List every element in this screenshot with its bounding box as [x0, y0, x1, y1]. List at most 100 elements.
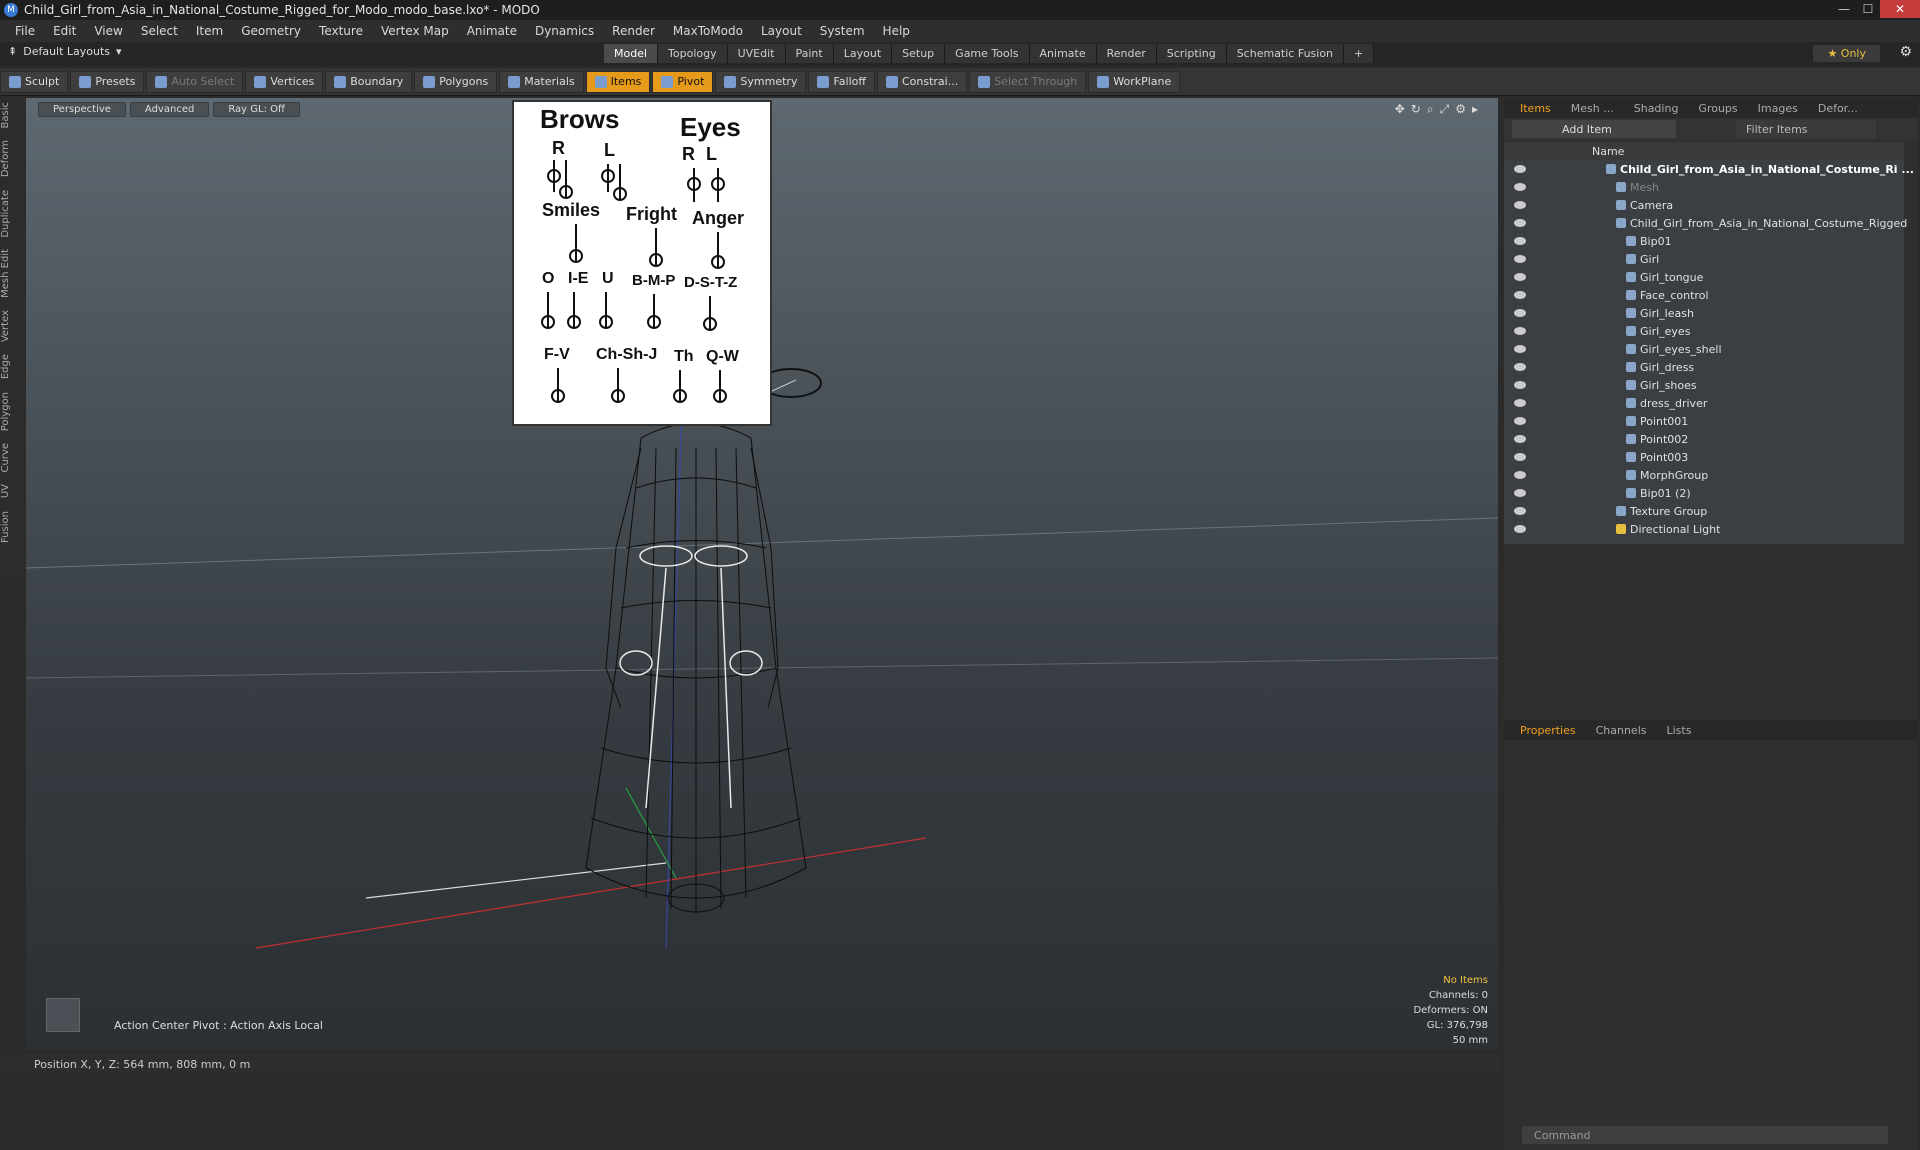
polygons-button[interactable]: Polygons — [414, 70, 498, 93]
filter-items-input[interactable]: Filter Items — [1736, 120, 1876, 138]
add-tab-button[interactable]: + — [1344, 44, 1375, 63]
menu-texture[interactable]: Texture — [310, 24, 372, 38]
menu-system[interactable]: System — [811, 24, 874, 38]
left-tab-fusion[interactable]: Fusion — [0, 505, 24, 549]
tab-paint[interactable]: Paint — [785, 44, 834, 63]
menu-layout[interactable]: Layout — [752, 24, 811, 38]
menu-vertex-map[interactable]: Vertex Map — [372, 24, 458, 38]
left-tab-basic[interactable]: Basic — [0, 96, 24, 134]
tree-row[interactable]: MorphGroup — [1504, 466, 1904, 484]
tree-row[interactable]: Mesh — [1504, 178, 1904, 196]
close-button[interactable]: ✕ — [1880, 0, 1920, 18]
menu-item[interactable]: Item — [187, 24, 232, 38]
eye-icon[interactable] — [1514, 165, 1526, 173]
gear-icon[interactable]: ⚙ — [1899, 44, 1912, 60]
menu-maxtomodo[interactable]: MaxToModo — [664, 24, 752, 38]
pivot-button[interactable]: Pivot — [652, 70, 714, 93]
tab-model[interactable]: Model — [604, 44, 659, 63]
left-tab-duplicate[interactable]: Duplicate — [0, 184, 24, 244]
eye-icon[interactable] — [1514, 255, 1526, 263]
3d-viewport[interactable]: Perspective Advanced Ray GL: Off ✥ ↻ ⌕ ⤢… — [26, 98, 1498, 1050]
eye-icon[interactable] — [1514, 291, 1526, 299]
items-button[interactable]: Items — [585, 70, 651, 93]
eye-icon[interactable] — [1514, 471, 1526, 479]
sculpt-button[interactable]: Sculpt — [0, 70, 69, 93]
eye-icon[interactable] — [1514, 435, 1526, 443]
materials-button[interactable]: Materials — [499, 70, 584, 93]
tab-animate[interactable]: Animate — [1029, 44, 1097, 63]
workplane-button[interactable]: WorkPlane — [1088, 70, 1181, 93]
left-tab-polygon[interactable]: Polygon — [0, 386, 24, 437]
tree-row[interactable]: Directional Light — [1504, 520, 1904, 538]
add-item-dropdown[interactable]: Add Item — [1512, 120, 1676, 138]
eye-icon[interactable] — [1514, 363, 1526, 371]
tab-images[interactable]: Images — [1748, 102, 1808, 115]
eye-icon[interactable] — [1514, 507, 1526, 515]
tree-row[interactable]: Camera — [1504, 196, 1904, 214]
menu-file[interactable]: File — [6, 24, 44, 38]
tab-properties[interactable]: Properties — [1510, 724, 1586, 737]
eye-icon[interactable] — [1514, 327, 1526, 335]
tree-row[interactable]: Bip01 — [1504, 232, 1904, 250]
tree-row[interactable]: Girl_leash — [1504, 304, 1904, 322]
tab-schematic-fusion[interactable]: Schematic Fusion — [1226, 44, 1345, 63]
facial-sliders[interactable] — [514, 102, 770, 424]
left-tab-edge[interactable]: Edge — [0, 348, 24, 385]
left-tab-uv[interactable]: UV — [0, 478, 24, 504]
tab-groups[interactable]: Groups — [1688, 102, 1747, 115]
menu-geometry[interactable]: Geometry — [232, 24, 310, 38]
eye-icon[interactable] — [1514, 309, 1526, 317]
left-tab-vertex[interactable]: Vertex — [0, 304, 24, 348]
tab-channels[interactable]: Channels — [1586, 724, 1657, 737]
tab-items[interactable]: Items — [1510, 102, 1561, 115]
vertices-button[interactable]: Vertices — [245, 70, 324, 93]
menu-animate[interactable]: Animate — [458, 24, 526, 38]
tab-layout[interactable]: Layout — [833, 44, 893, 63]
menu-dynamics[interactable]: Dynamics — [526, 24, 603, 38]
tree-row[interactable]: Point002 — [1504, 430, 1904, 448]
presets-button[interactable]: Presets — [70, 70, 145, 93]
left-tab-mesh-edit[interactable]: Mesh Edit — [0, 243, 24, 304]
only-button[interactable]: ★ Only — [1813, 45, 1880, 62]
eye-icon[interactable] — [1514, 219, 1526, 227]
tab-shading[interactable]: Shading — [1624, 102, 1689, 115]
eye-icon[interactable] — [1514, 525, 1526, 533]
tab-uvedit[interactable]: UVEdit — [727, 44, 786, 63]
falloff-button[interactable]: Falloff — [808, 70, 875, 93]
name-column-header[interactable]: Name — [1592, 145, 1624, 158]
tab-render[interactable]: Render — [1096, 44, 1157, 63]
tree-row[interactable]: Child_Girl_from_Asia_in_National_Costume… — [1504, 160, 1914, 178]
tab-setup[interactable]: Setup — [892, 44, 946, 63]
tree-row[interactable]: Point003 — [1504, 448, 1904, 466]
tab-deformers[interactable]: Defor... — [1808, 102, 1868, 115]
menu-edit[interactable]: Edit — [44, 24, 85, 38]
eye-icon[interactable] — [1514, 345, 1526, 353]
tree-row[interactable]: Texture Group — [1504, 502, 1904, 520]
tree-row[interactable]: Girl_eyes_shell — [1504, 340, 1904, 358]
constrain-button[interactable]: Constrai... — [876, 70, 968, 93]
boundary-button[interactable]: Boundary — [325, 70, 413, 93]
tab-scripting[interactable]: Scripting — [1156, 44, 1227, 63]
tree-row[interactable]: Girl_eyes — [1504, 322, 1904, 340]
tree-row[interactable]: Face_control — [1504, 286, 1904, 304]
command-input[interactable]: Command — [1522, 1126, 1888, 1144]
tree-row[interactable]: Bip01 (2) — [1504, 484, 1904, 502]
eye-icon[interactable] — [1514, 381, 1526, 389]
eye-icon[interactable] — [1514, 201, 1526, 209]
tree-row[interactable]: dress_driver — [1504, 394, 1904, 412]
tree-row[interactable]: Girl_tongue — [1504, 268, 1904, 286]
eye-icon[interactable] — [1514, 399, 1526, 407]
tree-row[interactable]: Child_Girl_from_Asia_in_National_Costume… — [1504, 214, 1907, 232]
eye-icon[interactable] — [1514, 453, 1526, 461]
tab-game-tools[interactable]: Game Tools — [945, 44, 1030, 63]
eye-icon[interactable] — [1514, 183, 1526, 191]
tree-row[interactable]: Girl — [1504, 250, 1904, 268]
menu-select[interactable]: Select — [132, 24, 187, 38]
auto-select-button[interactable]: Auto Select — [146, 70, 244, 93]
maximize-button[interactable]: ☐ — [1856, 0, 1880, 18]
tree-row[interactable]: Point001 — [1504, 412, 1904, 430]
select-through-button[interactable]: Select Through — [969, 70, 1087, 93]
symmetry-button[interactable]: Symmetry — [715, 70, 807, 93]
tab-mesh[interactable]: Mesh ... — [1561, 102, 1624, 115]
eye-icon[interactable] — [1514, 237, 1526, 245]
